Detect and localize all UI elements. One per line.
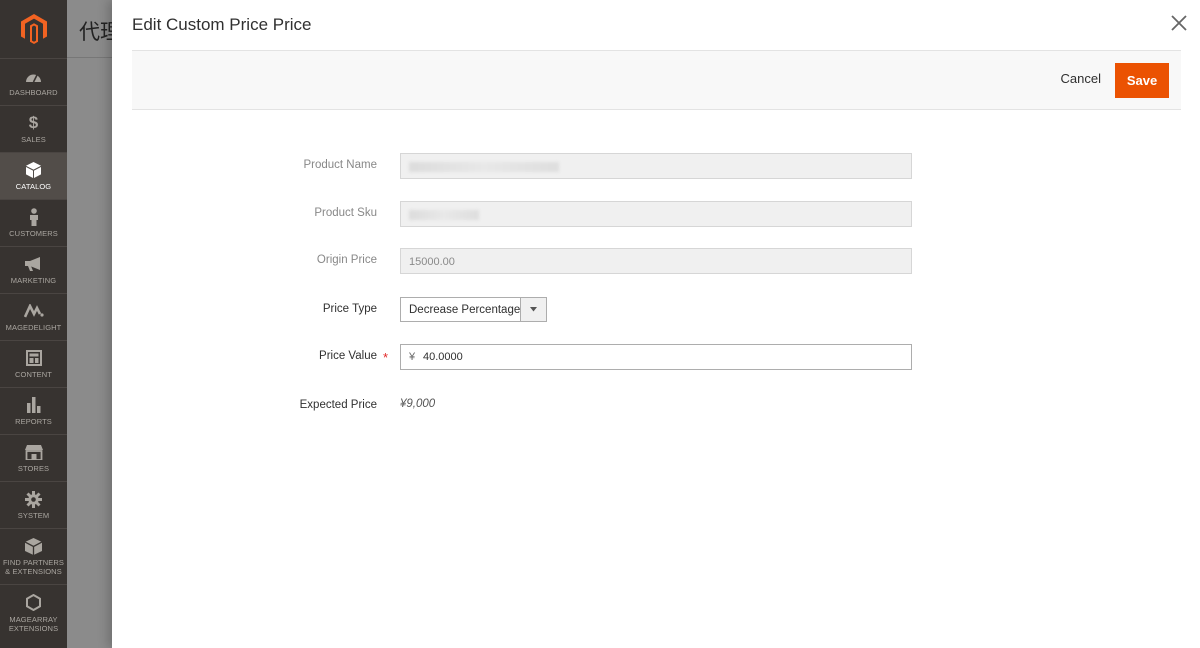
nav-magedelight-label: MAGEDELIGHT [5,323,62,332]
magento-logo[interactable] [0,0,67,58]
select-arrow[interactable] [520,298,546,321]
megaphone-icon [25,255,42,273]
price-type-row: Price Type Decrease Percentage [112,297,1200,323]
price-type-selected: Decrease Percentage [409,304,521,316]
background-divider [67,57,113,58]
product-name-row: Product Name [112,153,1200,179]
nav-sales-label: SALES [21,135,46,144]
nav-content[interactable]: CONTENT [0,340,67,387]
nav-find-partners[interactable]: FIND PARTNERS & EXTENSIONS [0,528,67,584]
magento-logo-icon [20,14,47,44]
box-icon [26,161,41,179]
nav-dashboard-label: DASHBOARD [9,88,58,97]
price-value-text: 40.0000 [423,351,463,363]
nav-catalog[interactable]: CATALOG [0,152,67,199]
cube-icon [25,537,42,555]
nav-magedelight[interactable]: MAGEDELIGHT [0,293,67,340]
store-icon [24,443,43,461]
expected-price-value: ¥9,000 [400,398,436,410]
nav-customers[interactable]: CUSTOMERS [0,199,67,246]
nav-dashboard[interactable]: DASHBOARD [0,58,67,105]
price-value-row: Price Value * ¥ 40.0000 [112,344,1200,370]
price-value-label: Price Value [319,350,377,362]
admin-sidebar: DASHBOARD $ SALES CATALOG CUSTOMERS MARK… [0,0,67,648]
close-icon [1171,15,1187,31]
product-name-label: Product Name [303,159,377,171]
dashboard-icon [25,67,42,85]
required-marker: * [383,350,389,365]
price-type-select[interactable]: Decrease Percentage [400,297,547,322]
redacted-product-sku [409,210,479,221]
edit-custom-price-modal: Edit Custom Price Price Cancel Save Prod… [112,0,1200,648]
bar-chart-icon [26,396,42,414]
hexagon-icon [26,594,41,612]
nav-sales[interactable]: $ SALES [0,105,67,152]
nav-system[interactable]: SYSTEM [0,481,67,528]
expected-price-label: Expected Price [299,399,377,411]
close-button[interactable] [1168,12,1190,34]
gear-icon [25,490,42,508]
expected-price-row: Expected Price ¥9,000 [112,393,1200,419]
price-type-label: Price Type [322,303,377,315]
redacted-product-name [409,162,559,173]
nav-magearray[interactable]: MAGEARRAY EXTENSIONS [0,584,67,641]
nav-magearray-label: MAGEARRAY EXTENSIONS [8,614,59,633]
nav-system-label: SYSTEM [17,511,50,520]
price-value-input[interactable]: ¥ 40.0000 [400,344,912,370]
nav-marketing-label: MARKETING [10,276,57,285]
product-name-field[interactable] [400,153,912,179]
nav-stores-label: STORES [17,464,50,473]
nav-marketing[interactable]: MARKETING [0,246,67,293]
nav-catalog-label: CATALOG [15,182,52,191]
origin-price-field[interactable]: 15000.00 [400,248,912,274]
person-icon [29,208,39,226]
chevron-down-icon [530,307,537,312]
cancel-button[interactable]: Cancel [1061,71,1101,86]
dollar-icon: $ [28,113,39,132]
modal-title: Edit Custom Price Price [132,15,312,34]
magedelight-icon [23,302,44,320]
modal-actions-bar: Cancel Save [132,50,1181,110]
origin-price-row: Origin Price 15000.00 [112,248,1200,274]
layout-icon [25,349,42,367]
currency-symbol: ¥ [409,351,416,363]
nav-customers-label: CUSTOMERS [9,229,58,238]
nav-reports[interactable]: REPORTS [0,387,67,434]
origin-price-label: Origin Price [316,254,377,266]
nav-stores[interactable]: STORES [0,434,67,481]
product-sku-label: Product Sku [314,207,377,219]
nav-reports-label: REPORTS [15,417,52,426]
nav-content-label: CONTENT [15,370,52,379]
product-sku-field[interactable] [400,201,912,227]
save-button[interactable]: Save [1115,63,1169,98]
nav-find-partners-label: FIND PARTNERS & EXTENSIONS [2,558,65,576]
product-sku-row: Product Sku [112,201,1200,227]
